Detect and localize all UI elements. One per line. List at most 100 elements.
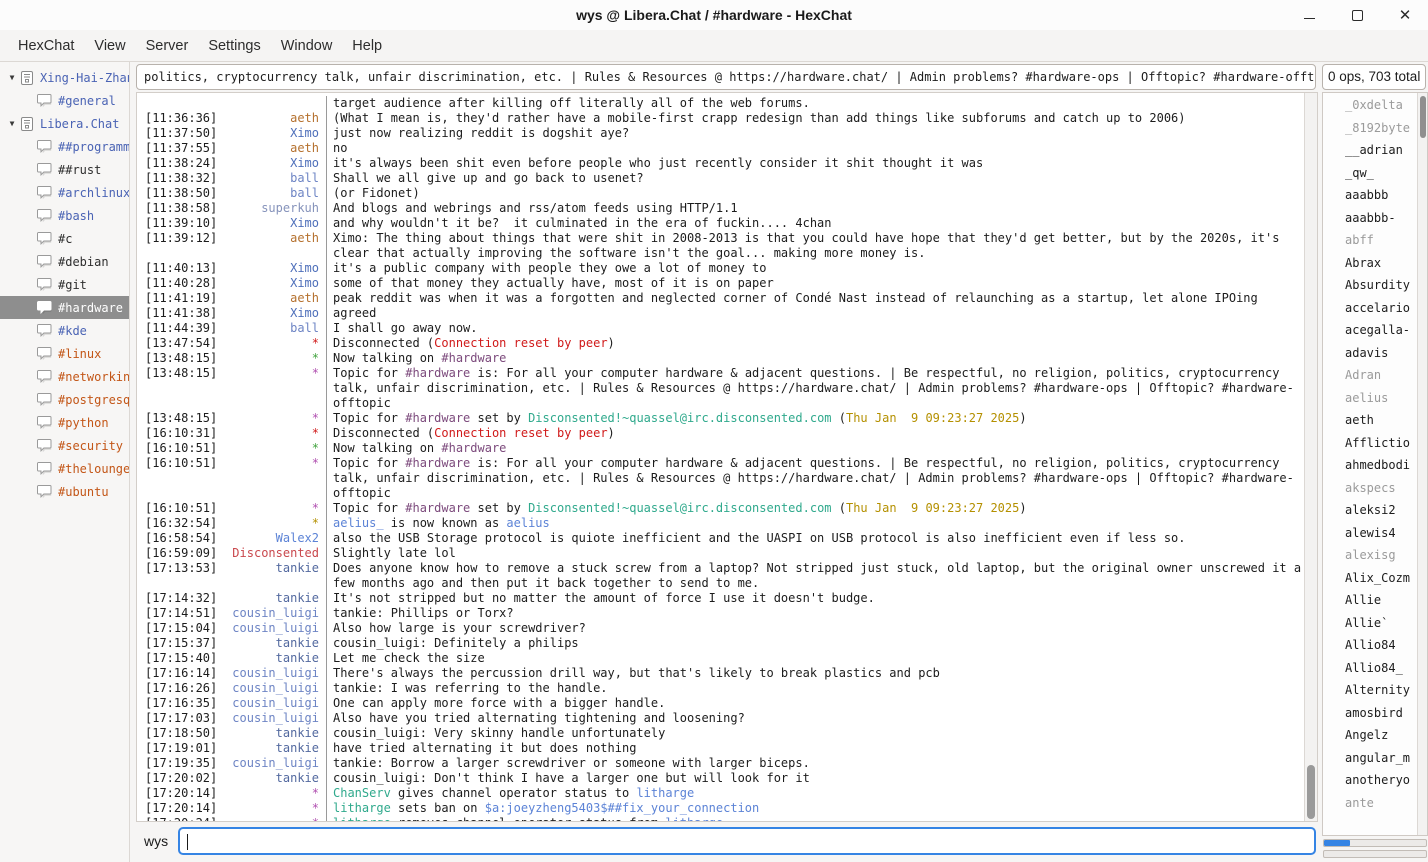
nick[interactable]: aeth (217, 111, 319, 126)
nick[interactable]: Ximo (217, 261, 319, 276)
nick[interactable]: Walex2 (217, 531, 319, 546)
user-list-item[interactable]: __adrian (1323, 139, 1417, 162)
nick[interactable]: Ximo (217, 126, 319, 141)
user-list-item[interactable]: Allio84 (1323, 634, 1417, 657)
nick[interactable]: ball (217, 321, 319, 336)
expander-icon[interactable]: ▼ (5, 73, 19, 82)
sidebar-item--security[interactable]: #security (0, 434, 129, 457)
sidebar-item--thelounge[interactable]: #thelounge (0, 457, 129, 480)
nick[interactable]: cousin_luigi (217, 666, 319, 681)
sidebar-item--networking[interactable]: #networking (0, 365, 129, 388)
menu-window[interactable]: Window (271, 34, 343, 58)
nick[interactable]: Ximo (217, 156, 319, 171)
sidebar-item--programming[interactable]: ##programming (0, 135, 129, 158)
sidebar-item-xing-hai-zhan[interactable]: ▼Xing-Hai-Zhan (0, 66, 129, 89)
nick[interactable]: cousin_luigi (217, 621, 319, 636)
sidebar-item--linux[interactable]: #linux (0, 342, 129, 365)
user-list-item[interactable]: aaabbb (1323, 184, 1417, 207)
user-list-item[interactable]: aelius (1323, 387, 1417, 410)
nick[interactable]: tankie (217, 636, 319, 651)
sidebar-item--git[interactable]: #git (0, 273, 129, 296)
topic-input[interactable]: politics, cryptocurrency talk, unfair di… (136, 64, 1316, 90)
maximize-icon[interactable] (1348, 6, 1366, 24)
nick[interactable]: cousin_luigi (217, 606, 319, 621)
user-list-item[interactable]: Allie` (1323, 612, 1417, 635)
user-list-item[interactable]: ante (1323, 792, 1417, 815)
nick[interactable]: * (217, 441, 319, 456)
nick[interactable]: * (217, 516, 319, 531)
menu-view[interactable]: View (84, 34, 135, 58)
nick[interactable]: ball (217, 186, 319, 201)
sidebar-item--bash[interactable]: #bash (0, 204, 129, 227)
user-list-item[interactable]: Angelz (1323, 724, 1417, 747)
sidebar-item-libera-chat[interactable]: ▼Libera.Chat (0, 112, 129, 135)
user-list-item[interactable]: Adran (1323, 364, 1417, 387)
nick[interactable]: cousin_luigi (217, 681, 319, 696)
nick[interactable]: * (217, 456, 319, 501)
nick[interactable]: tankie (217, 561, 319, 591)
nick[interactable]: tankie (217, 726, 319, 741)
nick[interactable]: tankie (217, 771, 319, 786)
menu-help[interactable]: Help (342, 34, 392, 58)
nick[interactable]: tankie (217, 651, 319, 666)
sidebar-item--c[interactable]: #c (0, 227, 129, 250)
nick[interactable]: Ximo (217, 276, 319, 291)
nick[interactable] (217, 96, 319, 111)
sidebar-item--kde[interactable]: #kde (0, 319, 129, 342)
user-list-item[interactable]: _qw_ (1323, 162, 1417, 185)
nick[interactable]: Ximo (217, 216, 319, 231)
chat-scrollbar-thumb[interactable] (1307, 765, 1315, 819)
sidebar-item--archlinux[interactable]: #archlinux (0, 181, 129, 204)
nick[interactable]: cousin_luigi (217, 696, 319, 711)
nick[interactable]: tankie (217, 741, 319, 756)
nick[interactable]: * (217, 336, 319, 351)
user-list-item[interactable]: alexisg (1323, 544, 1417, 567)
nick[interactable]: ball (217, 171, 319, 186)
nick[interactable]: * (217, 801, 319, 816)
user-list-item[interactable]: anotheryo (1323, 769, 1417, 792)
nick[interactable]: * (217, 351, 319, 366)
nick[interactable]: * (217, 366, 319, 411)
nick[interactable]: * (217, 786, 319, 801)
user-list-item[interactable]: Afflictio (1323, 432, 1417, 455)
expander-icon[interactable]: ▼ (5, 119, 19, 128)
nick[interactable]: aeth (217, 291, 319, 306)
nick[interactable]: Disconsented (217, 546, 319, 561)
minimize-icon[interactable] (1300, 6, 1318, 24)
user-list-item[interactable]: aeth (1323, 409, 1417, 432)
chat-scrollbar[interactable] (1304, 93, 1317, 821)
menu-settings[interactable]: Settings (198, 34, 270, 58)
sidebar-item--general[interactable]: #general (0, 89, 129, 112)
nick[interactable]: * (217, 816, 319, 821)
sidebar-item--python[interactable]: #python (0, 411, 129, 434)
user-list-item[interactable]: Alternity (1323, 679, 1417, 702)
user-list-item[interactable]: Allio84_ (1323, 657, 1417, 680)
nick[interactable]: * (217, 411, 319, 426)
menu-hexchat[interactable]: HexChat (8, 34, 84, 58)
user-list-item[interactable]: angular_m (1323, 747, 1417, 770)
nick[interactable]: cousin_luigi (217, 756, 319, 771)
user-list-item[interactable]: Abrax (1323, 252, 1417, 275)
user-list-item[interactable]: adavis (1323, 342, 1417, 365)
user-list-item[interactable]: aleksi2 (1323, 499, 1417, 522)
nick[interactable]: * (217, 426, 319, 441)
menu-server[interactable]: Server (136, 34, 199, 58)
user-list-item[interactable]: Absurdity (1323, 274, 1417, 297)
user-list-item[interactable]: aaabbb- (1323, 207, 1417, 230)
user-list-item[interactable]: ahmedbodi (1323, 454, 1417, 477)
userlist-scrollbar[interactable] (1417, 93, 1427, 835)
nick[interactable]: aeth (217, 231, 319, 261)
sidebar-item--postgresql[interactable]: #postgresql (0, 388, 129, 411)
nick[interactable]: Ximo (217, 306, 319, 321)
user-list-item[interactable]: Alix_Cozm (1323, 567, 1417, 590)
sidebar-item--debian[interactable]: #debian (0, 250, 129, 273)
sidebar-item--rust[interactable]: ##rust (0, 158, 129, 181)
user-list-item[interactable]: _0xdelta (1323, 94, 1417, 117)
user-list-item[interactable]: amosbird (1323, 702, 1417, 725)
user-list-item[interactable]: _8192byte (1323, 117, 1417, 140)
close-icon[interactable]: ✕ (1396, 6, 1414, 24)
user-list-item[interactable]: alewis4 (1323, 522, 1417, 545)
sidebar-item--ubuntu[interactable]: #ubuntu (0, 480, 129, 503)
nick[interactable]: * (217, 501, 319, 516)
user-list-item[interactable]: accelario (1323, 297, 1417, 320)
